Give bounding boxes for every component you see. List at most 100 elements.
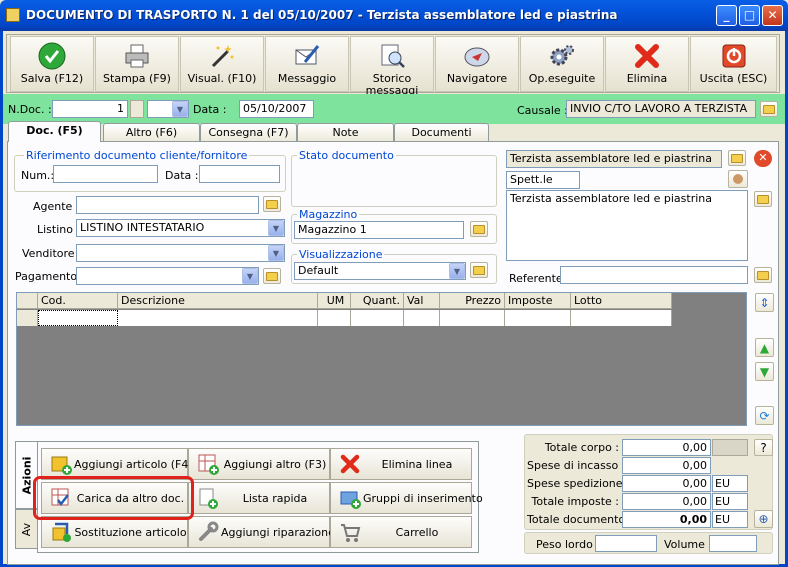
cart-button[interactable]: Carrello [330,516,472,548]
grid-cell-lotto[interactable] [571,310,672,326]
tab-consegna[interactable]: Consegna (F7) [200,123,297,142]
pagamento-label: Pagamento : [15,270,85,283]
spett-input[interactable]: Spett.le [506,171,580,189]
help-button[interactable]: ? [754,439,773,456]
date-input[interactable]: 05/10/2007 [239,100,314,118]
compass-icon [462,41,492,71]
tab-documenti[interactable]: Documenti [394,123,489,142]
minimize-button[interactable]: _ [716,5,737,26]
referente-label: Referente [509,272,563,285]
referente-folder-button[interactable] [754,267,772,283]
preview-button[interactable]: Visual. (F10) [180,36,264,92]
causale-folder-button[interactable] [760,101,778,117]
document-lines-grid[interactable]: Cod. Descrizione UM Quant. Val Prezzo Im… [16,292,747,426]
tab-azioni-label: Azioni [20,456,34,494]
exit-button[interactable]: Uscita (ESC) [690,36,777,92]
window-title: DOCUMENTO DI TRASPORTO N. 1 del 05/10/20… [26,8,618,22]
venditore-select[interactable]: ▼ [76,244,285,262]
referente-input[interactable] [560,266,748,284]
print-button[interactable]: Stampa (F9) [95,36,179,92]
col-header-imposte[interactable]: Imposte [505,293,571,309]
volume-input[interactable] [709,535,757,552]
grid-cell-imposte[interactable] [505,310,571,326]
row-header[interactable] [17,310,38,326]
magazzino-folder-button[interactable] [470,221,488,237]
add-repair-label: Aggiungi riparazione [221,525,335,539]
quick-list-button[interactable]: Lista rapida [188,482,330,514]
main-toolbar: Salva (F12) Stampa (F9) Visual. (F10) Me… [6,34,780,97]
move-up-icon[interactable]: ▲ [755,338,774,357]
close-button[interactable]: ✕ [762,5,783,26]
tab-doc[interactable]: Doc. (F5) [8,121,101,142]
ndoc-suffix-button[interactable] [130,100,144,118]
stato-title: Stato documento [297,149,396,162]
delete-line-button[interactable]: Elimina linea [330,448,472,480]
pagamento-select[interactable]: ▼ [76,267,259,285]
ndoc-input[interactable]: 1 [52,100,128,118]
refresh-icon[interactable]: ⟳ [755,406,774,425]
grid-cell-val[interactable] [404,310,440,326]
delete-button[interactable]: Elimina [605,36,689,92]
visualizzazione-folder-button[interactable] [470,262,488,278]
col-header-cod[interactable]: Cod. [38,293,118,309]
ref-date-input[interactable] [199,165,280,183]
grid-cell-um[interactable] [318,310,351,326]
causale-label: Causale : [517,104,568,117]
peso-input[interactable] [595,535,657,552]
col-header-val[interactable]: Val [404,293,440,309]
chevron-down-icon: ▼ [172,101,188,117]
maximize-button[interactable]: □ [739,5,760,26]
col-header-descrizione[interactable]: Descrizione [118,293,318,309]
totale-imposte-label: Totale imposte : [531,495,619,508]
add-other-label: Aggiungi altro (F3) [223,457,327,471]
cliente-clear-icon[interactable]: ✕ [754,150,772,167]
exit-icon [719,41,749,71]
app-icon[interactable] [6,8,20,22]
grid-cell-cod[interactable] [38,310,118,326]
replace-article-button[interactable]: Sostituzione articolo [41,516,188,548]
spese-spedizione-value[interactable]: 0,00 [622,475,711,492]
wrench-icon [195,519,221,545]
cliente-contact-button[interactable] [728,170,748,188]
navigator-button[interactable]: Navigatore [435,36,519,92]
tab-note[interactable]: Note [297,123,394,142]
grid-cell-quant[interactable] [351,310,404,326]
operations-button[interactable]: Op.eseguite [520,36,604,92]
tab-altro[interactable]: Altro (F6) [103,123,200,142]
listino-select[interactable]: LISTINO INTESTATARIO ▼ [76,219,285,237]
pagamento-folder-button[interactable] [263,268,281,284]
cliente-folder-button[interactable] [728,150,746,166]
col-header-prezzo[interactable]: Prezzo [440,293,505,309]
col-header-um[interactable]: UM [318,293,351,309]
move-down-icon[interactable]: ▼ [755,362,774,381]
grid-cell-descrizione[interactable] [118,310,318,326]
magazzino-input[interactable]: Magazzino 1 [294,221,464,239]
grid-cell-prezzo[interactable] [440,310,505,326]
message-button[interactable]: Messaggio [265,36,349,92]
folder-icon [731,153,743,163]
col-header-lotto[interactable]: Lotto [571,293,672,309]
series-select[interactable]: ▼ [147,100,189,118]
causale-field: INVIO C/TO LAVORO A TERZISTA [566,100,756,118]
box-add-icon [48,451,74,477]
save-button[interactable]: Salva (F12) [10,36,94,92]
add-repair-button[interactable]: Aggiungi riparazione [188,516,335,548]
agente-input[interactable] [76,196,259,214]
num-label: Num.: [21,169,55,182]
address-folder-button[interactable] [754,191,772,207]
replace-article-label: Sostituzione articolo [74,525,187,539]
folder-icon [266,271,278,281]
agente-label: Agente : [33,200,80,213]
insert-groups-button[interactable]: Gruppi di inserimento [330,482,483,514]
totale-imposte-unit: EU [712,493,748,510]
move-updown-icon[interactable]: ⇕ [755,293,774,312]
zoom-icon[interactable]: ⊕ [754,510,773,528]
num-input[interactable] [53,165,158,183]
col-header-quant[interactable]: Quant. [351,293,404,309]
add-other-button[interactable]: Aggiungi altro (F3) [188,448,330,480]
agente-folder-button[interactable] [263,196,281,212]
message-history-button[interactable]: Storico messaggi [350,36,434,97]
visualizzazione-select[interactable]: Default ▼ [294,262,466,280]
totale-corpo-unit [712,439,748,456]
cliente-address[interactable]: Terzista assemblatore led e piastrina [506,190,748,261]
